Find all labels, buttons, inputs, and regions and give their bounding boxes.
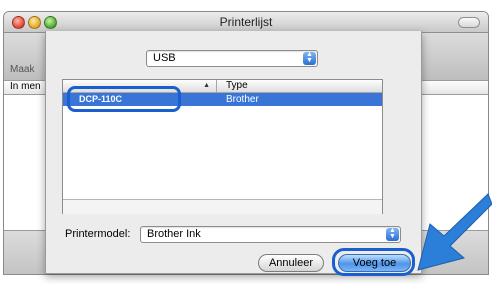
pointer-arrow-icon <box>417 193 492 271</box>
table-footer <box>63 199 382 214</box>
cancel-button[interactable]: Annuleer <box>258 254 324 272</box>
add-button-callout <box>332 248 415 276</box>
toolbar-toggle-icon[interactable] <box>458 17 480 28</box>
popup-arrows-icon: ▲ ▼ <box>303 51 316 65</box>
connection-type-value: USB <box>153 52 176 64</box>
sort-ascending-icon: ▲ <box>203 82 210 89</box>
printer-model-label: Printermodel: <box>65 228 131 240</box>
list-header-label: In men <box>10 81 41 92</box>
selection-callout <box>67 86 181 112</box>
connection-type-popup[interactable]: USB ▲ ▼ <box>146 50 318 67</box>
title-bar: Printerlijst <box>4 12 488 33</box>
window-title: Printerlijst <box>219 15 273 29</box>
column-header-type[interactable]: Type <box>226 80 248 92</box>
printer-type-cell: Brother <box>226 94 259 105</box>
printer-model-popup[interactable]: Brother Ink ▲ ▼ <box>140 226 401 243</box>
printer-model-value: Brother Ink <box>147 228 201 240</box>
toolbar-label: Maak <box>10 64 35 75</box>
popup-arrows-icon: ▲ ▼ <box>386 227 399 241</box>
